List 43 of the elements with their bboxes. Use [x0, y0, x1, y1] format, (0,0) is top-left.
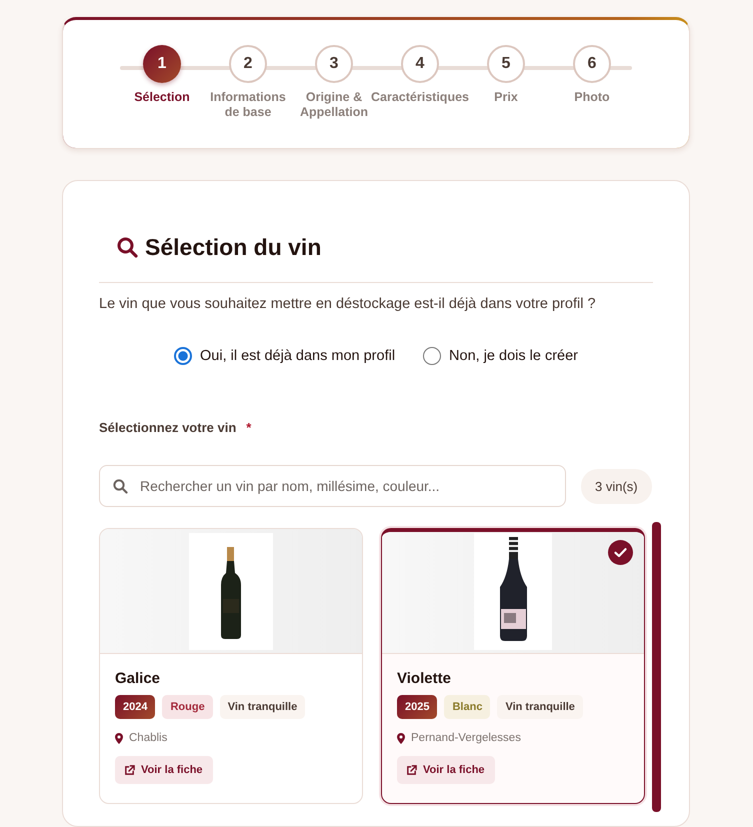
- step-number[interactable]: 5: [487, 45, 525, 83]
- type-tag: Vin tranquille: [497, 695, 583, 719]
- field-label: Sélectionnez votre vin: [99, 420, 236, 435]
- location-pin-icon: [115, 732, 123, 744]
- color-tag: Rouge: [162, 695, 213, 719]
- wine-name: Galice: [115, 670, 162, 687]
- vintage-tag: 2024: [115, 695, 156, 719]
- wine-card[interactable]: Galice 2024 Rouge Vin tranquille Chablis Voir la fiche: [99, 528, 363, 804]
- question-text: Le vin que vous souhaitez mettre en déstockage est-il déjà dans votre profil ?: [99, 296, 597, 312]
- section-title: Sélection du vin: [145, 234, 322, 260]
- wine-name: Violette: [397, 670, 452, 687]
- location-text: Pernand-Vergelesses: [411, 732, 521, 744]
- radio-button[interactable]: [174, 347, 192, 365]
- vintage-tag: 2025: [397, 695, 438, 719]
- step-number[interactable]: 6: [573, 45, 611, 83]
- location-pin-icon: [397, 732, 405, 744]
- step-label: Photo: [574, 90, 610, 105]
- external-link-icon: [124, 764, 135, 776]
- external-link-icon: [406, 764, 417, 776]
- step-label: Caractéristiques: [371, 90, 469, 105]
- radio-label[interactable]: Oui, il est déjà dans mon profil: [200, 348, 396, 364]
- view-sheet-button[interactable]: Voir la fiche: [115, 756, 213, 784]
- step-label: Informations de base: [209, 90, 287, 120]
- wine-count: 3 vin(s): [581, 468, 652, 504]
- check-icon: [608, 540, 633, 565]
- step-number[interactable]: 3: [315, 45, 353, 83]
- required-mark: *: [246, 420, 252, 435]
- radio-button[interactable]: [423, 347, 442, 365]
- location-text: Chablis: [129, 732, 168, 744]
- step-label: Origine & Appellation: [298, 90, 370, 120]
- view-sheet-button[interactable]: Voir la fiche: [397, 756, 495, 784]
- wine-card[interactable]: Violette 2025 Blanc Vin tranquille Pernand-Vergelesses Voir la fiche: [381, 528, 645, 804]
- step-label: Prix: [494, 90, 518, 105]
- step-number[interactable]: 4: [401, 45, 439, 83]
- step-label: Sélection: [134, 90, 190, 105]
- step-number[interactable]: 1: [143, 45, 181, 83]
- step-number[interactable]: 2: [229, 45, 267, 83]
- type-tag: Vin tranquille: [220, 695, 306, 719]
- scrollbar[interactable]: [652, 522, 661, 812]
- radio-label[interactable]: Non, je dois le créer: [449, 348, 578, 364]
- search-field[interactable]: Rechercher un vin par nom, millésime, couleur...: [99, 465, 566, 507]
- search-icon: [117, 236, 138, 258]
- color-tag: Blanc: [444, 695, 490, 719]
